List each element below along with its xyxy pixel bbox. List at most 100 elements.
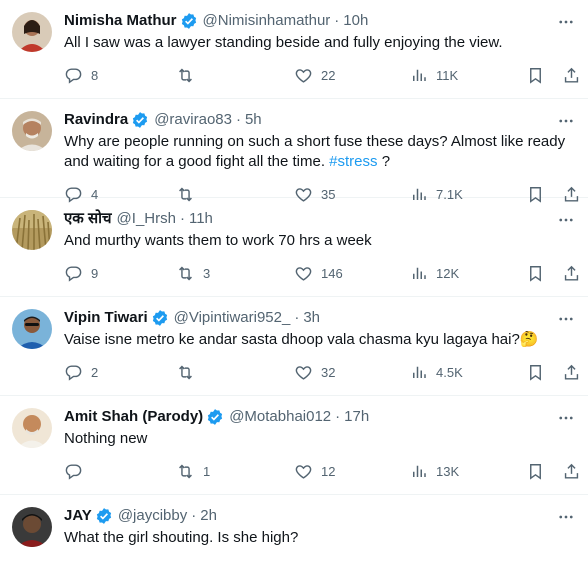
tweet[interactable]: Amit Shah (Parody) @Motabhai012 · 17h No… [0,396,588,495]
avatar[interactable] [12,309,52,349]
bookmark-button[interactable] [526,64,545,86]
more-options-icon[interactable] [556,408,576,428]
views-button[interactable]: 11K [410,64,458,86]
tweet[interactable]: एक सोच @I_Hrsh · 11h And murthy wants th… [0,198,588,297]
share-button[interactable] [562,460,581,482]
retweet-icon [176,363,195,382]
author-name[interactable]: एक सोच [64,209,112,229]
like-button[interactable]: 146 [294,262,343,284]
analytics-icon [410,363,428,381]
tweet-text: And murthy wants them to work 70 hrs a w… [64,231,572,251]
tweet-text: All I saw was a lawyer standing beside a… [64,33,572,53]
avatar[interactable] [12,507,52,547]
avatar[interactable] [12,111,52,151]
retweet-count: 3 [203,265,211,281]
reply-count: 2 [91,364,99,380]
author-handle[interactable]: @I_Hrsh [117,209,176,229]
more-options-icon[interactable] [556,111,576,131]
like-button[interactable]: 22 [294,64,335,86]
reply-icon [64,264,83,283]
verified-badge-icon [151,309,169,327]
separator-dot: · [235,111,241,128]
timestamp[interactable]: 11h [189,209,213,229]
reply-icon [64,462,83,481]
share-button[interactable] [562,361,581,383]
author-handle[interactable]: @Vipintiwari952_ [174,308,291,328]
reply-feed: Nimisha Mathur @Nimisinhamathur · 10h Al… [0,0,588,574]
more-options-icon[interactable] [556,309,576,329]
avatar[interactable] [12,408,52,448]
author-name[interactable]: Vipin Tiwari [64,308,148,328]
like-count: 22 [321,67,336,83]
retweet-count: 1 [203,463,211,479]
tweet-text: Why are people running on such a short f… [64,132,572,172]
timestamp[interactable]: 5h [245,110,262,130]
action-bar: 9 3 146 12K [64,262,581,284]
tweet[interactable]: JAY @jaycibby · 2h What the girl shoutin… [0,495,588,574]
tweet-text-suffix: ? [377,153,391,170]
avatar[interactable] [12,210,52,250]
analytics-icon [410,66,428,84]
like-button[interactable]: 12 [294,460,335,482]
reply-button[interactable]: 2 [64,361,98,383]
like-button[interactable]: 32 [294,361,335,383]
timestamp[interactable]: 3h [303,308,320,328]
timestamp[interactable]: 2h [200,506,217,526]
share-button[interactable] [562,262,581,284]
reply-icon [64,66,83,85]
tweet[interactable]: Ravindra @ravirao83 · 5h Why are people … [0,99,588,203]
separator-dot: · [334,12,340,29]
author-name[interactable]: Ravindra [64,110,128,130]
tweet-text: What the girl shouting. Is she high? [64,528,572,548]
like-count: 12 [321,463,336,479]
views-button[interactable]: 12K [410,262,459,284]
bookmark-button[interactable] [526,460,545,482]
tweet-text-body: Why are people running on such a short f… [64,133,566,170]
view-count: 4.5K [436,364,463,380]
author-name[interactable]: Nimisha Mathur [64,11,177,31]
verified-badge-icon [95,507,113,525]
tweet-text-body: Vaise isne metro ke andar sasta dhoop va… [64,331,539,348]
retweet-button[interactable]: 1 [176,460,210,482]
hashtag-link[interactable]: #stress [329,153,377,170]
more-options-icon[interactable] [556,12,576,32]
retweet-button[interactable]: 3 [176,262,210,284]
retweet-button[interactable] [176,64,203,86]
retweet-button[interactable] [176,361,203,383]
author-name[interactable]: Amit Shah (Parody) [64,407,203,427]
views-button[interactable]: 13K [410,460,459,482]
bookmark-button[interactable] [526,262,545,284]
author-name[interactable]: JAY [64,506,92,526]
timestamp[interactable]: 17h [344,407,369,427]
author-handle[interactable]: @ravirao83 [154,110,232,130]
view-count: 13K [436,463,460,479]
share-button[interactable] [562,64,581,86]
tweet-header: Nimisha Mathur @Nimisinhamathur · 10h [64,10,368,32]
views-button[interactable]: 4.5K [410,361,463,383]
retweet-icon [176,66,195,85]
heart-icon [294,66,313,85]
reply-button[interactable]: 8 [64,64,98,86]
more-options-icon[interactable] [556,507,576,527]
bookmark-icon [526,264,545,283]
reply-button[interactable] [64,460,91,482]
author-handle[interactable]: @Motabhai012 [229,407,331,427]
tweet[interactable]: Nimisha Mathur @Nimisinhamathur · 10h Al… [0,0,588,99]
tweet-text-body: And murthy wants them to work 70 hrs a w… [64,232,372,249]
bookmark-button[interactable] [526,361,545,383]
view-count: 12K [436,265,460,281]
bookmark-icon [526,462,545,481]
tweet-header: Ravindra @ravirao83 · 5h [64,109,262,131]
view-count: 11K [436,67,459,83]
avatar[interactable] [12,12,52,52]
tweet-text-body: Nothing new [64,430,148,447]
more-options-icon[interactable] [556,210,576,230]
heart-icon [294,264,313,283]
author-handle[interactable]: @Nimisinhamathur [203,11,331,31]
analytics-icon [410,264,428,282]
timestamp[interactable]: 10h [343,11,368,31]
reply-button[interactable]: 9 [64,262,98,284]
tweet-header: Vipin Tiwari @Vipintiwari952_ · 3h [64,307,320,329]
tweet[interactable]: Vipin Tiwari @Vipintiwari952_ · 3h Vaise… [0,297,588,396]
author-handle[interactable]: @jaycibby [118,506,187,526]
